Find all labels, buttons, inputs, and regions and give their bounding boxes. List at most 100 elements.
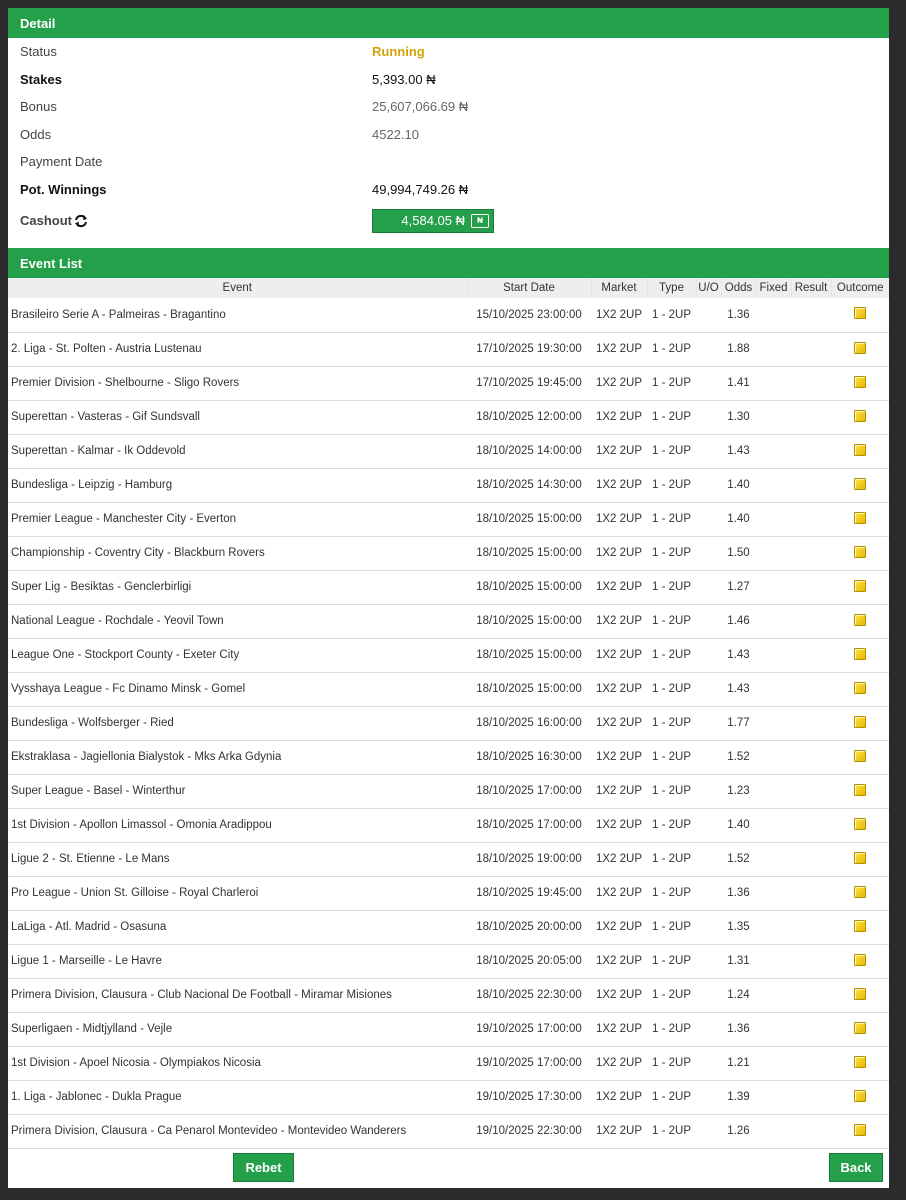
event-uo	[696, 944, 721, 978]
event-uo	[696, 876, 721, 910]
event-start-date: 18/10/2025 20:00:00	[476, 921, 582, 933]
event-odds: 1.40	[727, 513, 750, 525]
pending-outcome-icon[interactable]	[854, 953, 866, 966]
pending-outcome-icon[interactable]	[854, 443, 866, 456]
pending-outcome-icon[interactable]	[854, 919, 866, 932]
pending-outcome-icon[interactable]	[854, 375, 866, 388]
pending-outcome-icon[interactable]	[854, 579, 866, 592]
pending-outcome-icon[interactable]	[854, 715, 866, 728]
pending-outcome-icon[interactable]	[854, 511, 866, 524]
event-market: 1X2 2UP	[595, 853, 643, 865]
event-market: 1X2 2UP	[595, 1023, 643, 1035]
event-start-date: 19/10/2025 17:00:00	[476, 1057, 582, 1069]
pending-outcome-icon[interactable]	[854, 613, 866, 626]
pending-outcome-icon[interactable]	[854, 1055, 866, 1068]
table-row: LaLiga - Atl. Madrid - Osasuna 18/10/2025…	[8, 910, 889, 944]
pending-outcome-icon[interactable]	[854, 987, 866, 1000]
event-fixed	[756, 808, 791, 842]
pending-outcome-icon[interactable]	[854, 783, 866, 796]
event-type: 1 - 2UP	[652, 615, 691, 627]
pending-outcome-icon[interactable]	[854, 647, 866, 660]
table-row: 2. Liga - St. Polten - Austria Lustenau 1…	[8, 332, 889, 366]
pending-outcome-icon[interactable]	[854, 307, 866, 320]
event-uo	[696, 366, 721, 400]
event-uo	[696, 570, 721, 604]
event-name: Bundesliga - Leipzig - Hamburg	[11, 479, 173, 491]
event-odds: 1.39	[727, 1091, 750, 1103]
event-market: 1X2 2UP	[595, 547, 643, 559]
event-type: 1 - 2UP	[652, 921, 691, 933]
event-result	[791, 740, 831, 774]
pending-outcome-icon[interactable]	[854, 851, 866, 864]
event-result	[791, 944, 831, 978]
table-row: Superettan - Kalmar - Ik Oddevold 18/10/2…	[8, 434, 889, 468]
event-odds: 1.88	[727, 343, 750, 355]
event-name: Bundesliga - Wolfsberger - Ried	[11, 717, 174, 729]
event-type: 1 - 2UP	[652, 445, 691, 457]
event-start-date: 18/10/2025 15:00:00	[476, 513, 582, 525]
event-list-header: Event List	[8, 248, 889, 278]
col-odds: Odds	[720, 278, 756, 298]
event-start-date: 17/10/2025 19:45:00	[476, 377, 582, 389]
pending-outcome-icon[interactable]	[854, 1089, 866, 1102]
table-row: Super League - Basel - Winterthur 18/10/2…	[8, 774, 889, 808]
pending-outcome-icon[interactable]	[854, 681, 866, 694]
event-name: Superettan - Vasteras - Gif Sundsvall	[11, 411, 200, 423]
event-market: 1X2 2UP	[595, 751, 643, 763]
event-type: 1 - 2UP	[652, 1091, 691, 1103]
event-odds: 1.40	[727, 479, 750, 491]
event-uo	[696, 1080, 721, 1114]
bonus-label: Bonus	[20, 99, 57, 115]
rebet-button[interactable]: Rebet	[233, 1153, 294, 1182]
event-name: Super League - Basel - Winterthur	[11, 785, 186, 797]
event-fixed	[756, 944, 791, 978]
event-type: 1 - 2UP	[652, 955, 691, 967]
event-result	[791, 1114, 831, 1148]
event-outcome	[831, 638, 889, 672]
event-name: Vysshaya League - Fc Dinamo Minsk - Gome…	[11, 683, 246, 695]
event-type: 1 - 2UP	[652, 547, 691, 559]
event-name: Brasileiro Serie A - Palmeiras - Bragant…	[11, 308, 226, 321]
event-uo	[696, 808, 721, 842]
detail-row-cashout: Cashout 4,584.05 ₦ ₦	[20, 203, 889, 238]
status-value: Running	[372, 44, 425, 60]
pending-outcome-icon[interactable]	[854, 477, 866, 490]
event-uo	[696, 740, 721, 774]
pending-outcome-icon[interactable]	[854, 817, 866, 830]
event-odds: 1.43	[727, 683, 750, 695]
event-fixed	[756, 1046, 791, 1080]
event-type: 1 - 2UP	[652, 1023, 691, 1035]
event-start-date: 18/10/2025 15:00:00	[476, 615, 582, 627]
event-result	[791, 434, 831, 468]
event-outcome	[831, 570, 889, 604]
odds-label: Odds	[20, 126, 52, 142]
pending-outcome-icon[interactable]	[854, 1123, 866, 1136]
event-uo	[696, 842, 721, 876]
event-name: Ligue 2 - St. Etienne - Le Mans	[11, 853, 170, 865]
event-start-date: 18/10/2025 19:45:00	[476, 887, 582, 899]
event-fixed	[756, 604, 791, 638]
event-type: 1 - 2UP	[652, 989, 691, 1001]
pending-outcome-icon[interactable]	[854, 1021, 866, 1034]
back-button[interactable]: Back	[829, 1153, 883, 1182]
event-result	[791, 1080, 831, 1114]
table-row: Premier League - Manchester City - Evert…	[8, 502, 889, 536]
event-outcome	[831, 332, 889, 366]
cashout-button[interactable]: 4,584.05 ₦ ₦	[372, 208, 494, 233]
event-outcome	[831, 706, 889, 740]
event-result	[791, 366, 831, 400]
table-row: Bundesliga - Leipzig - Hamburg 18/10/2025…	[8, 468, 889, 502]
pending-outcome-icon[interactable]	[854, 341, 866, 354]
pending-outcome-icon[interactable]	[854, 749, 866, 762]
event-market: 1X2 2UP	[595, 615, 643, 627]
event-fixed	[756, 1114, 791, 1148]
event-result	[791, 876, 831, 910]
event-name: 1st Division - Apollon Limassol - Omonia…	[11, 819, 272, 831]
event-name: Championship - Coventry City - Blackburn…	[11, 547, 265, 559]
event-odds: 1.31	[727, 955, 750, 967]
event-fixed	[756, 774, 791, 808]
pending-outcome-icon[interactable]	[854, 409, 866, 422]
pending-outcome-icon[interactable]	[854, 545, 866, 558]
pending-outcome-icon[interactable]	[854, 885, 866, 898]
event-outcome	[831, 978, 889, 1012]
